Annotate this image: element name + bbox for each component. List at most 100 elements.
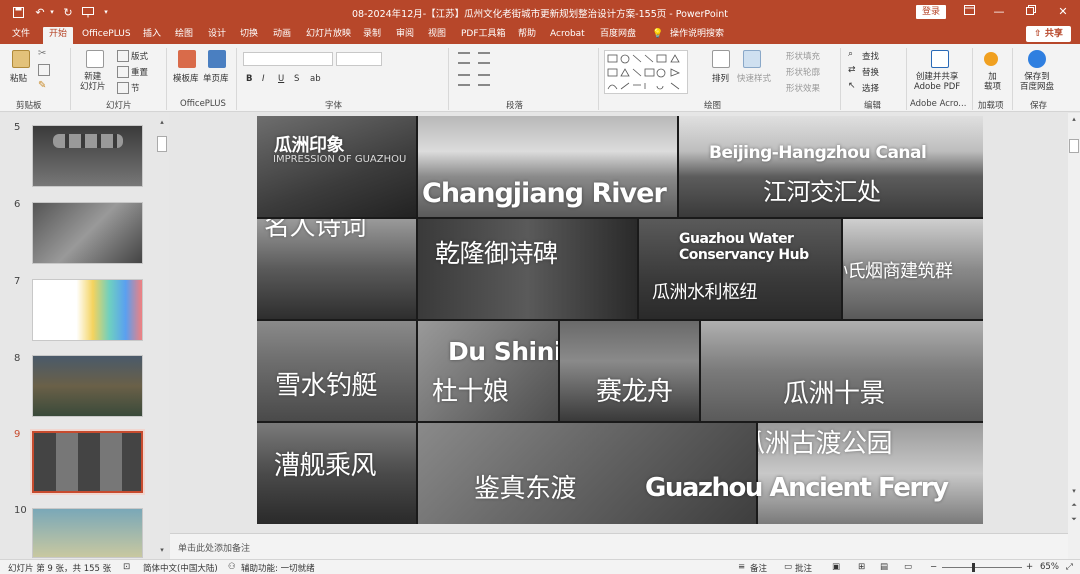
adobe-pdf-icon[interactable] (931, 50, 949, 68)
scroll-thumb[interactable] (1069, 139, 1079, 153)
tile-changjiang-river[interactable]: Changjiang River (418, 116, 677, 217)
strikethrough-button[interactable]: S (294, 74, 299, 84)
scroll-thumb[interactable] (157, 136, 167, 152)
save-icon[interactable] (10, 4, 26, 20)
slide-thumbnail[interactable] (32, 355, 143, 417)
tile-water-hub[interactable]: Guazhou Water Conservancy Hub 瓜洲水利枢纽 (639, 219, 841, 319)
bold-button[interactable]: B (246, 74, 252, 84)
scroll-down-icon[interactable]: ▾ (1069, 487, 1079, 495)
zoom-slider-thumb[interactable] (972, 563, 975, 572)
slide-thumbnail-pane[interactable]: 5 6 7 8 9 10 (0, 113, 169, 559)
tab-review[interactable]: 审阅 (396, 27, 414, 44)
new-slide-icon[interactable] (86, 50, 104, 68)
layout-button[interactable]: 版式 (131, 50, 148, 62)
shape-outline-button[interactable]: 形状轮廓 (786, 66, 820, 78)
next-slide-icon[interactable]: ⏷ (1069, 515, 1079, 524)
numbering-icon[interactable] (478, 52, 490, 64)
slideshow-view-icon[interactable]: ▭ (904, 562, 912, 572)
section-button[interactable]: 节 (131, 82, 140, 94)
paste-button[interactable]: 粘贴 (10, 72, 27, 84)
align-left-icon[interactable] (458, 74, 470, 86)
tile-canal-wind[interactable]: 漕舰乘风 (257, 423, 416, 524)
shape-fill-button[interactable]: 形状填充 (786, 50, 820, 62)
slide-9[interactable]: 瓜洲印象 IMPRESSION OF GUAZHOU Changjiang Ri… (257, 116, 983, 524)
slide-sorter-icon[interactable]: ⊞ (858, 562, 865, 572)
minimize-icon[interactable]: — (990, 3, 1008, 21)
find-button[interactable]: 查找 (862, 50, 879, 62)
tab-acrobat[interactable]: Acrobat (550, 27, 585, 44)
tile-qianlong-stele[interactable]: 乾隆御诗碑 (418, 219, 637, 319)
reading-view-icon[interactable]: ▤ (880, 562, 888, 572)
restore-icon[interactable] (1022, 3, 1040, 21)
select-button[interactable]: 选择 (862, 82, 879, 94)
quick-style-icon[interactable] (743, 50, 761, 68)
arrange-button[interactable]: 排列 (712, 72, 729, 84)
scroll-up-icon[interactable]: ▴ (1069, 115, 1079, 123)
notes-button[interactable]: 备注 (750, 562, 767, 574)
zoom-slider[interactable] (942, 567, 1022, 568)
tile-guazhou-impression[interactable]: 瓜洲印象 IMPRESSION OF GUAZHOU (257, 116, 416, 217)
tab-record[interactable]: 录制 (363, 27, 381, 44)
zoom-out-icon[interactable]: − (930, 562, 937, 572)
canvas-scrollbar[interactable]: ▴ ▾ ⏶ ⏷ (1068, 113, 1080, 559)
tab-home[interactable]: 开始 (43, 27, 74, 44)
thumbnail-scrollbar[interactable]: ▴ ▾ (156, 118, 168, 558)
bullets-icon[interactable] (458, 52, 470, 64)
scroll-down-icon[interactable]: ▾ (157, 546, 167, 554)
slide-canvas[interactable]: 瓜洲印象 IMPRESSION OF GUAZHOU Changjiang Ri… (170, 113, 1068, 533)
tab-pdf-toolbox[interactable]: PDF工具箱 (461, 27, 506, 44)
notes-placeholder[interactable]: 单击此处添加备注 (178, 541, 250, 554)
tell-me-search[interactable]: 操作说明搜索 (670, 27, 724, 44)
spellcheck-icon[interactable]: ⊡ (123, 562, 130, 572)
align-center-icon[interactable] (478, 74, 490, 86)
language-indicator[interactable]: 简体中文(中国大陆) (143, 562, 218, 574)
replace-button[interactable]: 替换 (862, 66, 879, 78)
zoom-level[interactable]: 65% (1040, 562, 1059, 572)
zoom-in-icon[interactable]: + (1026, 562, 1033, 572)
tab-help[interactable]: 帮助 (518, 27, 536, 44)
login-button[interactable]: 登录 (916, 5, 946, 19)
tab-insert[interactable]: 插入 (143, 27, 161, 44)
ribbon-display-icon[interactable] (960, 3, 978, 21)
undo-dropdown-icon[interactable]: ▾ (44, 4, 60, 20)
normal-view-icon[interactable]: ▣ (832, 562, 840, 572)
paste-icon[interactable] (12, 50, 30, 68)
prev-slide-icon[interactable]: ⏶ (1069, 501, 1079, 510)
new-slide-button[interactable]: 新建 幻灯片 (80, 72, 106, 92)
lightbulb-icon[interactable]: 💡 (652, 27, 663, 44)
scroll-up-icon[interactable]: ▴ (157, 118, 167, 126)
single-page-icon[interactable] (208, 50, 226, 68)
slide-thumbnail[interactable] (32, 508, 143, 558)
tab-transitions[interactable]: 切换 (240, 27, 258, 44)
cut-icon[interactable]: ✂ (38, 48, 50, 60)
accessibility-status[interactable]: 辅助功能: 一切就绪 (241, 562, 315, 574)
baidu-cloud-icon[interactable] (1028, 50, 1046, 68)
format-painter-icon[interactable]: ✎ (38, 80, 50, 92)
copy-icon[interactable] (38, 64, 50, 76)
addin-button[interactable]: 加 载项 (984, 72, 1001, 92)
customize-toolbar-icon[interactable]: ▾ (98, 4, 114, 20)
tab-design[interactable]: 设计 (208, 27, 226, 44)
shadow-button[interactable]: ab (310, 74, 321, 84)
tab-baidu[interactable]: 百度网盘 (600, 27, 636, 44)
close-icon[interactable]: ✕ (1054, 3, 1072, 21)
slide-thumbnail[interactable] (32, 279, 143, 341)
present-icon[interactable] (80, 4, 96, 20)
font-name-combo[interactable] (243, 52, 333, 66)
tile-du-shiniang[interactable]: Du Shiniang 杜十娘 (418, 321, 558, 421)
tab-file[interactable]: 文件 (12, 27, 30, 44)
tile-dragon-boat[interactable]: 赛龙舟 (560, 321, 699, 421)
slide-thumbnail-selected[interactable] (30, 429, 145, 495)
font-size-combo[interactable] (336, 52, 382, 66)
comments-button[interactable]: 批注 (795, 562, 812, 574)
tab-animations[interactable]: 动画 (273, 27, 291, 44)
quick-style-button[interactable]: 快速样式 (737, 72, 771, 84)
template-library-button[interactable]: 模板库 (173, 72, 199, 84)
tile-ten-views[interactable]: 瓜洲十景 (701, 321, 983, 421)
addin-icon[interactable] (984, 52, 998, 66)
notes-pane[interactable]: 单击此处添加备注 (170, 533, 1068, 559)
tab-draw[interactable]: 绘图 (175, 27, 193, 44)
shape-gallery[interactable] (604, 50, 688, 94)
reset-button[interactable]: 重置 (131, 66, 148, 78)
fit-to-window-icon[interactable]: ⤢ (1066, 562, 1073, 572)
